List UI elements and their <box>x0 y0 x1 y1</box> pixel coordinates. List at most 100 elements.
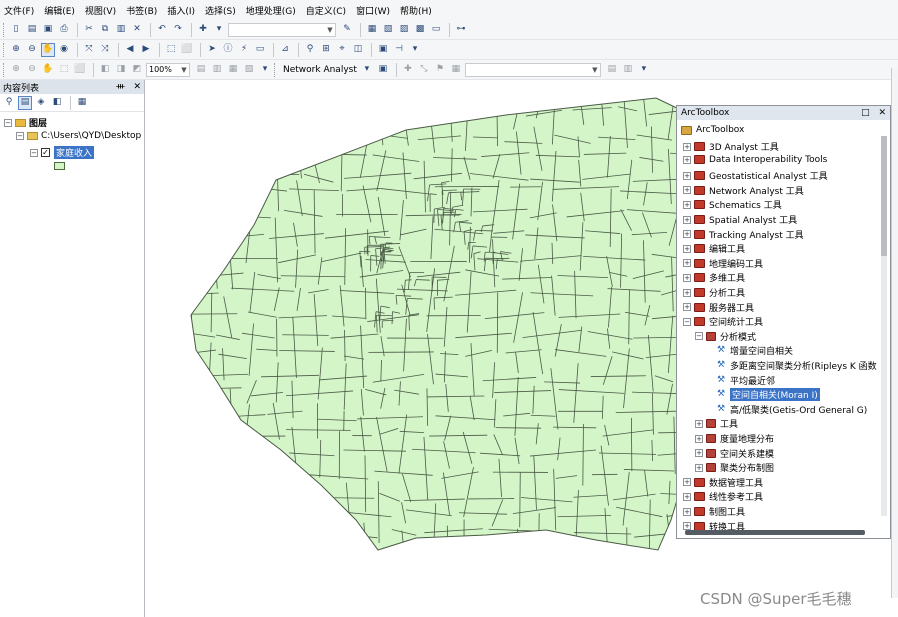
expand-icon[interactable]: + <box>683 200 691 209</box>
tool-item[interactable]: ⚒ 多距离空间聚类分析(Ripleys K 函数 <box>717 359 877 373</box>
open-time-slider-icon[interactable]: ◫ <box>351 43 365 57</box>
toolbox-item[interactable]: + 多维工具 <box>683 271 745 284</box>
focus-data-frame-icon[interactable]: ▥ <box>210 63 224 77</box>
undo-icon[interactable]: ↶ <box>155 23 169 37</box>
model-builder-icon[interactable]: ⊶ <box>454 23 468 37</box>
editor-toolbar-icon[interactable]: ✎ <box>340 23 354 37</box>
toolbox-item[interactable]: − 空间统计工具 <box>683 315 763 328</box>
catalog-icon[interactable]: ▧ <box>381 23 395 37</box>
toolbox-item[interactable]: + Spatial Analyst 工具 <box>683 213 797 226</box>
chevron-down-icon[interactable]: ▾ <box>360 63 374 77</box>
layout-zoom-whole-icon[interactable]: ⬜ <box>73 63 87 77</box>
menu-edit[interactable]: 编辑(E) <box>44 4 75 17</box>
full-extent-icon[interactable]: ◉ <box>57 43 71 57</box>
network-identify-icon[interactable]: ▥ <box>621 63 635 77</box>
expand-icon[interactable]: + <box>683 273 691 282</box>
list-by-visibility-icon[interactable]: ◈ <box>34 96 48 110</box>
clear-selection-icon[interactable]: ⬜ <box>180 43 194 57</box>
menu-selection[interactable]: 选择(S) <box>205 4 236 17</box>
tool-item[interactable]: ⚒ 增量空间自相关 <box>717 344 793 358</box>
layout-icon[interactable]: ⊣ <box>392 43 406 57</box>
options-icon[interactable]: ▦ <box>75 96 89 110</box>
menu-bookmarks[interactable]: 书签(B) <box>126 4 157 17</box>
toolset-item[interactable]: + 度量地理分布 <box>695 432 774 445</box>
html-popup-icon[interactable]: ▭ <box>253 43 267 57</box>
collapse-icon[interactable]: − <box>30 148 38 157</box>
chevron-down-icon[interactable]: ▾ <box>408 43 422 57</box>
data-driven-pages-icon[interactable]: ▧ <box>242 63 256 77</box>
toolset-item[interactable]: + 聚类分布制图 <box>695 461 774 474</box>
expand-icon[interactable]: + <box>695 463 703 472</box>
list-by-source-icon[interactable]: ▤ <box>18 95 32 110</box>
expand-icon[interactable]: + <box>683 259 691 268</box>
menu-geoprocessing[interactable]: 地理处理(G) <box>246 4 296 17</box>
python-icon[interactable]: ▭ <box>429 23 443 37</box>
toolset-item[interactable]: + 空间关系建模 <box>695 447 774 460</box>
identify-icon[interactable]: ⓘ <box>221 43 235 57</box>
find-route-icon[interactable]: ⊞ <box>319 43 333 57</box>
expand-icon[interactable]: + <box>695 434 703 443</box>
expand-icon[interactable]: + <box>683 303 691 312</box>
layer-visibility-checkbox[interactable]: ✓ <box>41 148 50 157</box>
cut-icon[interactable]: ✂ <box>82 23 96 37</box>
toolbox-item[interactable]: + Tracking Analyst 工具 <box>683 228 804 241</box>
toolbar-grip[interactable] <box>3 22 6 37</box>
layout-pan-icon[interactable]: ✋ <box>41 63 55 77</box>
network-dataset-combo[interactable]: ▼ <box>464 62 601 77</box>
expand-icon[interactable]: + <box>695 449 703 458</box>
fixed-zoom-in-icon[interactable]: ⤧ <box>82 43 96 57</box>
expand-icon[interactable]: + <box>683 244 691 253</box>
toolbox-item[interactable]: + 地理编码工具 <box>683 257 763 270</box>
collapse-icon[interactable]: − <box>4 118 12 127</box>
layout-zoom-out-icon[interactable]: ⊖ <box>25 63 39 77</box>
menu-windows[interactable]: 窗口(W) <box>356 4 390 17</box>
forward-extent-icon[interactable]: ▶ <box>139 43 153 57</box>
toolbox-item[interactable]: + Schematics 工具 <box>683 198 782 211</box>
arctoolbox-root[interactable]: ArcToolbox <box>681 125 744 135</box>
tool-item[interactable]: ⚒ 空间自相关(Moran I) <box>717 388 820 402</box>
create-network-location-icon[interactable]: ✚ <box>401 63 415 77</box>
vertical-scrollbar[interactable] <box>881 136 887 516</box>
expand-icon[interactable]: + <box>683 478 691 487</box>
menu-view[interactable]: 视图(V) <box>85 4 116 17</box>
toolbox-item[interactable]: + Network Analyst 工具 <box>683 184 804 197</box>
toolbox-item[interactable]: + 线性参考工具 <box>683 490 763 503</box>
select-elements-icon[interactable]: ➤ <box>205 43 219 57</box>
menu-file[interactable]: 文件(F) <box>4 4 34 17</box>
save-icon[interactable]: ▣ <box>41 23 55 37</box>
toolbox-item[interactable]: + Geostatistical Analyst 工具 <box>683 169 828 182</box>
expand-icon[interactable]: + <box>683 215 691 224</box>
close-icon[interactable]: ✕ <box>878 108 886 118</box>
create-viewer-window-icon[interactable]: ▣ <box>376 43 390 57</box>
toolset-item[interactable]: + 工具 <box>695 417 738 430</box>
toc-layer-label[interactable]: 家庭收入 <box>54 146 95 159</box>
zoom-out-icon[interactable]: ⊖ <box>25 43 39 57</box>
list-by-drawing-order-icon[interactable]: ⚲ <box>2 96 16 110</box>
toolbox-item[interactable]: +3D Analyst 工具 <box>683 140 779 153</box>
restore-icon[interactable]: □ <box>861 108 870 118</box>
paste-icon[interactable]: ▥ <box>114 23 128 37</box>
redo-icon[interactable]: ↷ <box>171 23 185 37</box>
add-data-icon[interactable]: ✚ <box>196 23 210 37</box>
collapse-icon[interactable]: − <box>683 317 691 326</box>
layout-forward-icon[interactable]: ◨ <box>114 63 128 77</box>
expand-icon[interactable]: + <box>695 419 703 428</box>
chevron-down-icon[interactable]: ▾ <box>212 23 226 37</box>
horizontal-scrollbar[interactable] <box>685 530 865 535</box>
toolbox-item[interactable]: + 编辑工具 <box>683 242 745 255</box>
pin-icon[interactable]: ᚒ <box>116 82 124 92</box>
layout-zoom-in-icon[interactable]: ⊕ <box>9 63 23 77</box>
zoom-percent-combo[interactable]: 100% ▼ <box>146 62 190 77</box>
toolbox-item[interactable]: + 分析工具 <box>683 286 745 299</box>
tool-item[interactable]: ⚒ 平均最近邻 <box>717 374 775 387</box>
expand-icon[interactable]: + <box>683 171 691 180</box>
scale-combo[interactable]: ▼ <box>228 22 336 37</box>
scrollbar-thumb[interactable] <box>881 136 887 256</box>
table-icon[interactable]: ▦ <box>365 23 379 37</box>
pan-icon[interactable]: ✋ <box>41 42 55 57</box>
toggle-draft-mode-icon[interactable]: ▤ <box>194 63 208 77</box>
print-icon[interactable]: ⎙ <box>57 23 71 37</box>
toc-legend-row[interactable] <box>54 162 65 170</box>
expand-icon[interactable]: + <box>683 288 691 297</box>
expand-icon[interactable]: + <box>683 492 691 501</box>
